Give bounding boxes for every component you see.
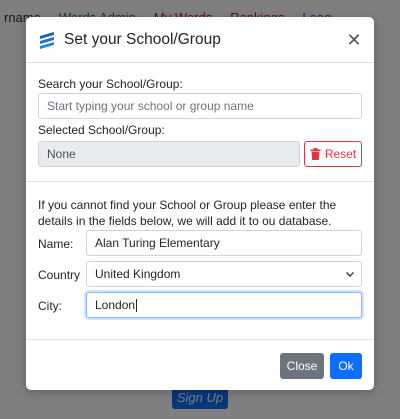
modal-header: Set your School/Group ✕ (26, 17, 374, 63)
city-field-value: London (95, 298, 136, 312)
brand-logo-icon (40, 31, 54, 49)
text-caret (136, 298, 138, 312)
trash-icon (310, 148, 321, 160)
selected-school-field: None (38, 141, 300, 167)
selected-school-value: None (47, 147, 76, 161)
ok-button[interactable]: Ok (330, 353, 362, 379)
country-select[interactable]: United Kingdom (86, 261, 362, 287)
school-search-input[interactable] (38, 93, 362, 119)
close-button[interactable]: Close (280, 353, 324, 379)
chevron-down-icon (346, 272, 354, 277)
city-label: City: (38, 299, 62, 313)
close-icon[interactable]: ✕ (346, 31, 362, 49)
selected-label: Selected School/Group: (38, 123, 165, 137)
country-label: Country (38, 268, 81, 282)
country-select-value: United Kingdom (95, 267, 181, 281)
name-label: Name: (38, 237, 74, 251)
name-field[interactable]: Alan Turing Elementary (86, 230, 362, 256)
info-text: If you cannot find your School or Group … (38, 198, 337, 228)
modal-title: Set your School/Group (64, 30, 221, 48)
search-label: Search your School/Group: (38, 77, 183, 91)
city-field[interactable]: London (86, 292, 362, 318)
reset-button[interactable]: Reset (304, 141, 362, 167)
reset-button-label: Reset (324, 147, 357, 161)
name-field-value: Alan Turing Elementary (95, 236, 220, 250)
footer-divider (26, 339, 374, 340)
section-divider (26, 181, 374, 182)
school-group-modal: Set your School/Group ✕ Search your Scho… (26, 17, 374, 390)
